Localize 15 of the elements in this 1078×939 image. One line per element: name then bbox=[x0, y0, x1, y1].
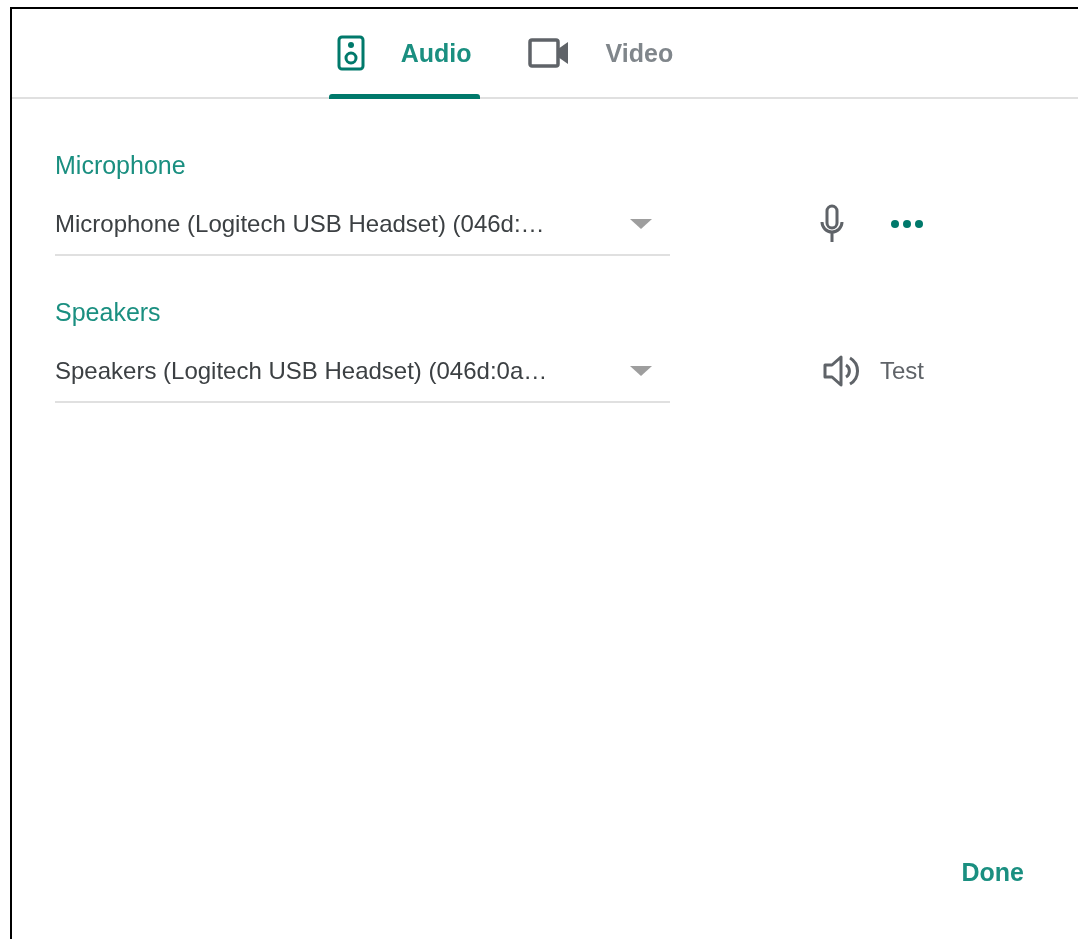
section-label: Speakers bbox=[55, 298, 162, 327]
microphone-icon bbox=[820, 204, 844, 244]
tab[interactable]: Audio bbox=[328, 9, 480, 97]
done-button[interactable]: Done bbox=[957, 854, 1028, 891]
test-button[interactable]: Test bbox=[822, 353, 924, 389]
dropdown-caret-icon bbox=[630, 366, 652, 376]
section-label: Microphone bbox=[55, 151, 187, 180]
speaker-icon bbox=[336, 35, 365, 71]
device-dropdown[interactable]: Speakers (Logitech USB Headset) (046d:0a… bbox=[55, 351, 670, 403]
device-dropdown[interactable]: Microphone (Logitech USB Headset) (046d:… bbox=[55, 204, 670, 256]
more-icon bbox=[890, 218, 924, 229]
tab[interactable]: Video bbox=[519, 9, 682, 97]
dropdown-caret-icon bbox=[630, 219, 652, 229]
volume-icon bbox=[822, 353, 860, 389]
video-camera-icon bbox=[527, 37, 570, 69]
